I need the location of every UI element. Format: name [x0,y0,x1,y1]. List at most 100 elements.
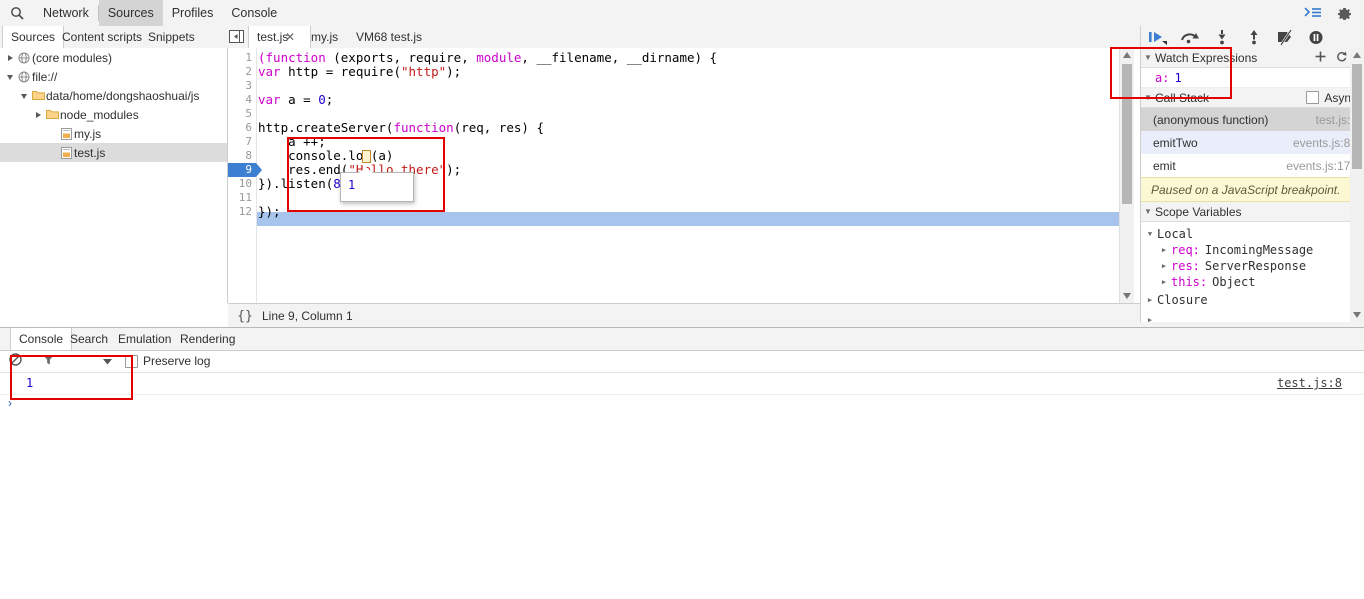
gear-icon[interactable] [1336,4,1352,23]
search-icon[interactable] [0,6,34,20]
editor-scrollbar[interactable] [1119,48,1134,303]
tree-item-test-js[interactable]: test.js [0,143,227,162]
frame-location[interactable]: events.js:87 [1293,136,1357,150]
code-line-1[interactable]: (function (exports, require, module, __f… [258,51,717,65]
panel-tab-sources[interactable]: Sources [98,0,163,26]
frame-location[interactable]: events.js:172 [1286,159,1357,173]
step-into-button[interactable] [1212,30,1232,48]
tooltip-value: 1 [348,178,356,192]
deactivate-breakpoints-button[interactable] [1276,29,1296,48]
console-prompt-caret[interactable]: › [8,396,12,410]
tree-item-core-modules[interactable]: (core modules) [0,48,227,67]
chevron-down-icon[interactable] [103,354,112,368]
drawer-tab-emulation[interactable]: Emulation [110,328,179,350]
sidebar-scrollbar[interactable] [1350,48,1364,322]
chevron-down-icon[interactable] [18,92,30,100]
console-message-source-link[interactable]: test.js:8 [1277,376,1342,390]
line-number[interactable]: 10 [228,177,252,191]
line-number[interactable]: 6 [228,121,252,135]
code-line-6[interactable]: http.createServer(function(req, res) { [258,121,544,135]
subtab-content-scripts[interactable]: Content scripts [54,26,150,48]
async-checkbox[interactable] [1306,91,1320,104]
clear-console-icon[interactable] [9,353,22,369]
editor-scrollbar-thumb[interactable] [1122,64,1132,204]
call-stack-frame[interactable]: emitTwo events.js:87 [1141,131,1364,154]
file-tab-my-js[interactable]: my.js [303,26,346,48]
chevron-right-icon[interactable]: ▶ [1157,246,1171,254]
code-line-7[interactable]: a ++; [258,135,326,149]
watch-expressions-header[interactable]: ▼ Watch Expressions [1141,48,1364,68]
chevron-down-icon[interactable]: ▼ [1143,230,1157,238]
code-line-8[interactable]: console.log(a) [258,149,393,163]
refresh-icon[interactable] [1336,51,1347,65]
code-line-2[interactable]: var http = require("http"); [258,65,461,79]
debugger-sidebar[interactable]: ▼ Watch Expressions a: 1 ▼ Call Stack As… [1140,48,1364,322]
line-number[interactable]: 3 [228,79,252,93]
file-tab-test-js[interactable]: test.js [248,26,312,48]
scope-group-global[interactable]: ▶ [1141,312,1364,322]
scope-variables-header[interactable]: ▼ Scope Variables [1141,202,1364,222]
call-stack-frame[interactable]: emit events.js:172 [1141,154,1364,177]
plus-icon[interactable] [1315,51,1326,65]
scope-group-local[interactable]: ▼ Local [1141,226,1364,242]
line-number[interactable]: 5 [228,107,252,121]
preserve-log-checkbox[interactable] [125,354,138,368]
scope-var-this[interactable]: ▶ this: Object [1141,274,1364,290]
step-out-button[interactable] [1244,30,1264,48]
line-number[interactable]: 11 [228,191,252,205]
tree-item-file-protocol[interactable]: file:// [0,67,227,86]
line-number[interactable]: 1 [228,51,252,65]
chevron-right-icon[interactable]: ▶ [1157,278,1171,286]
file-navigator[interactable]: (core modules) file:// data/home/dongsha… [0,48,228,303]
scope-group-closure[interactable]: ▶ Closure [1141,292,1364,308]
scope-var-res[interactable]: ▶ res: ServerResponse [1141,258,1364,274]
call-stack-header[interactable]: ▼ Call Stack Async [1141,88,1364,108]
chevron-down-icon[interactable]: ▼ [1141,207,1155,216]
file-tab-vm68-test-js[interactable]: VM68 test.js [348,26,430,48]
call-stack-frame[interactable]: (anonymous function) test.js:9 [1141,108,1364,131]
chevron-right-icon[interactable] [4,54,16,62]
pause-on-exceptions-button[interactable] [1308,30,1324,48]
tree-item-my-js[interactable]: my.js [0,124,227,143]
drawer-tab-search[interactable]: Search [62,328,116,350]
drawer-tab-rendering[interactable]: Rendering [172,328,243,350]
scroll-up-icon[interactable] [1350,48,1364,62]
subtab-snippets[interactable]: Snippets [140,26,203,48]
chevron-down-icon[interactable] [4,73,16,81]
close-icon[interactable]: ✕ [285,26,295,48]
panel-tab-network[interactable]: Network [34,0,98,26]
scroll-down-icon[interactable] [1120,289,1134,303]
scroll-down-icon[interactable] [1350,308,1364,322]
panel-tab-console[interactable]: Console [222,0,286,26]
chevron-right-icon[interactable]: ▶ [1143,316,1157,322]
filter-icon[interactable] [42,353,55,369]
editor-gutter[interactable]: 1 2 3 4 5 6 7 8 9 10 11 12 [228,48,257,303]
chevron-down-icon[interactable]: ▼ [1141,53,1155,62]
line-number[interactable]: 12 [228,205,252,219]
scroll-up-icon[interactable] [1120,48,1134,62]
code-line-12[interactable]: }); [258,205,281,219]
pretty-print-button[interactable]: {} [228,309,262,324]
resume-button[interactable] [1148,30,1168,48]
hovered-token-a[interactable] [362,150,371,163]
tree-item-js-folder[interactable]: data/home/dongshaoshuai/js [0,86,227,105]
step-over-button[interactable] [1180,30,1200,48]
sidebar-scrollbar-thumb[interactable] [1352,64,1362,169]
line-number[interactable]: 2 [228,65,252,79]
code-line-4[interactable]: var a = 0; [258,93,333,107]
line-number[interactable]: 7 [228,135,252,149]
tree-item-node-modules[interactable]: node_modules [0,105,227,124]
console-message-row[interactable]: 1 test.js:8 [0,372,1364,395]
chevron-down-icon[interactable]: ▼ [1141,93,1155,102]
panel-tab-profiles[interactable]: Profiles [163,0,223,26]
collapse-sidebar-icon[interactable] [229,29,244,47]
line-number-current[interactable]: 9 [228,163,256,177]
line-number[interactable]: 8 [228,149,252,163]
watch-expression-row[interactable]: a: 1 [1141,68,1364,88]
chevron-right-icon[interactable]: ▶ [1157,262,1171,270]
console-drawer-icon[interactable] [1304,5,1322,22]
line-number[interactable]: 4 [228,93,252,107]
chevron-right-icon[interactable]: ▶ [1143,296,1157,304]
chevron-right-icon[interactable] [32,111,44,119]
scope-var-req[interactable]: ▶ req: IncomingMessage [1141,242,1364,258]
